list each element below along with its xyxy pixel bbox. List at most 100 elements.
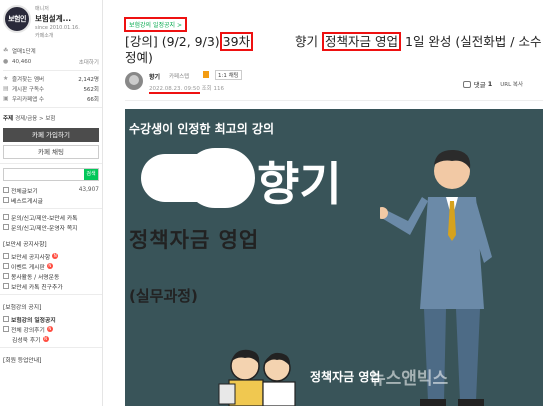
menu-inquiry-note[interactable]: 문의/신고/제안-운영자 쪽지 — [0, 222, 102, 232]
one-to-one-chat-button[interactable]: 1:1 채팅 — [215, 70, 242, 80]
comment-count[interactable]: 1 — [488, 80, 493, 88]
banner-instructor-name: 향기 — [257, 157, 342, 211]
app-icon: ▣ — [3, 95, 9, 102]
menu-event[interactable]: 이벤트 게시판 N — [0, 261, 102, 271]
board-icon — [3, 214, 9, 220]
menu-label: 베스트게시글 — [11, 198, 43, 205]
author-row: 향기 카페스텝 1:1 채팅 2022.08.23. 09:50 조회 116 … — [125, 69, 545, 97]
staff-badge-icon — [203, 71, 209, 78]
author-name[interactable]: 향기 — [149, 72, 160, 81]
author-level: 카페스텝 — [169, 74, 190, 80]
menu-label: 보만세 공지사항 — [11, 254, 51, 261]
board-link[interactable]: 보험강의 일정공지 > — [124, 17, 188, 32]
notice-group-title: [보만세 공지사항] — [3, 242, 47, 248]
board-icon — [3, 316, 9, 322]
stat-row: ▤ 게시판 구독수 562회 — [3, 84, 99, 94]
new-badge: N — [52, 253, 59, 259]
title-name: 향기 — [295, 34, 319, 49]
cafe-intro-link[interactable]: 카페소개 — [35, 32, 80, 39]
menu-kakao-friend[interactable]: 보만세 카톡 친구추가 — [0, 281, 102, 291]
board-icon — [3, 326, 9, 332]
menu-best-posts[interactable]: 베스트게시글 — [0, 195, 102, 205]
menu-label: 전체글보기 — [11, 188, 38, 195]
members-count[interactable]: 40,460 — [12, 59, 31, 65]
copy-url-button[interactable]: URL 복사 — [500, 80, 523, 88]
cafe-since: since 2010.01.16. — [35, 25, 80, 31]
new-badge: N — [42, 336, 49, 342]
join-cafe-button[interactable]: 카페 가입하기 — [3, 128, 99, 142]
new-badge: N — [46, 326, 53, 332]
post-meta: 2022.08.23. 09:50 조회 116 — [149, 84, 224, 94]
invite-link[interactable]: 초대하기 — [79, 58, 99, 66]
board-icon — [3, 273, 9, 279]
news-watermark: 뉴스앤빅스 — [370, 369, 449, 389]
avatar[interactable] — [125, 72, 143, 90]
star-icon: ★ — [3, 75, 9, 82]
menu-label: 보험강의 일정공지 — [11, 317, 56, 324]
menu-label: 문의/신고/제안-운영자 쪽지 — [11, 225, 78, 232]
menu-inquiry-kakao[interactable]: 문의/신고/제안-보만세 카톡 — [0, 212, 102, 222]
subject-value[interactable]: 경제/금융 > 보험 — [15, 116, 55, 122]
cafe-logo[interactable]: 보험인 — [3, 5, 31, 33]
banner-tagline: 수강생이 인정한 최고의 강의 — [129, 122, 275, 136]
menu-notice[interactable]: 보만세 공지사항 N — [0, 251, 102, 261]
menu-label: 보만세 카톡 친구추가 — [11, 284, 63, 291]
menu-label: 김성욱 후기 — [12, 337, 41, 344]
stat-value: 2,142명 — [78, 77, 99, 83]
board-icon — [3, 283, 9, 289]
post-date: 2022.08.23. 09:50 — [149, 86, 200, 94]
cafe-chat-button[interactable]: 카페 채팅 — [3, 145, 99, 159]
comment-info: 댓글 1 URL 복사 — [462, 79, 523, 89]
members-icon: ● — [3, 57, 9, 65]
lecture-banner-image: 수강생이 인정한 최고의 강의 향기 정책자금 영업 (실무과정) 정책자금 영… — [125, 109, 543, 406]
stat-label: 즐겨찾는 멤버 — [12, 77, 45, 83]
comment-icon — [462, 80, 471, 88]
banner-level: (실무과정) — [129, 287, 198, 305]
post-title: [강의] (9/2, 9/3) 39차 향기 정책자금 영업 1일 완성 (실전화… — [125, 32, 545, 66]
menu-label: 이벤트 게시판 — [11, 264, 45, 271]
stat-label: 게시판 구독수 — [12, 87, 45, 93]
lecture-group-title: [보험강의 공지] — [3, 305, 42, 311]
members-row: ● 40,460 초대하기 — [3, 56, 99, 67]
logo-text: 보험인 — [8, 15, 26, 23]
banner-subject: 정책자금 영업 — [129, 228, 260, 252]
board-icon — [3, 263, 9, 269]
comment-label[interactable]: 댓글 — [474, 79, 486, 89]
board-icon — [3, 224, 9, 230]
title-prefix: [강의] (9/2, 9/3) — [125, 34, 220, 49]
cafe-name[interactable]: 보험설계... — [35, 13, 80, 24]
search-button[interactable]: 검색 — [84, 169, 98, 180]
board-icon — [3, 197, 9, 203]
manager-label[interactable]: 매니저 — [35, 5, 80, 12]
board-icon — [3, 187, 9, 193]
cartoon-people-illustration — [218, 349, 296, 406]
menu-volunteer[interactable]: 봉사활동 / 서명운동 — [0, 271, 102, 281]
blurred-name-mask — [185, 148, 255, 208]
cafe-header: 보험인 매니저 보험설계... since 2010.01.16. 카페소개 — [0, 0, 102, 42]
board-icon — [3, 253, 9, 259]
title-subject: 정책자금 영업 — [322, 32, 402, 51]
stat-value: 562회 — [83, 87, 99, 93]
menu-lecture-reviews[interactable]: 전체 강의후기 N — [0, 324, 102, 334]
menu-label: 봉사활동 / 서명운동 — [11, 274, 60, 281]
grade-label[interactable]: 열매1단계 — [12, 47, 36, 55]
grade-row: ☘ 열매1단계 — [3, 45, 99, 56]
menu-all-posts[interactable]: 전체글보기 43,907 — [0, 185, 102, 195]
menu-lecture-schedule[interactable]: 보험강의 일정공지 — [0, 314, 102, 324]
menu-count: 43,907 — [78, 187, 99, 193]
post-view: 보험강의 일정공지 > [강의] (9/2, 9/3) 39차 향기 정책자금 영… — [103, 0, 546, 406]
member-group-title: [회원 등업안내] — [3, 358, 42, 364]
title-round: 39차 — [219, 32, 254, 51]
cafe-search: 검색 — [3, 168, 99, 181]
menu-label: 전체 강의후기 — [11, 327, 45, 334]
new-badge: N — [46, 263, 53, 269]
cafe-search-input[interactable] — [4, 169, 84, 180]
stat-row: ▣ 우리카페앱 수 66회 — [3, 94, 99, 104]
menu-kim-reviews[interactable]: 김성욱 후기 N — [0, 334, 102, 344]
menu-label: 문의/신고/제안-보만세 카톡 — [11, 215, 78, 222]
stat-label: 우리카페앱 수 — [12, 97, 45, 103]
post-views: 조회 116 — [201, 86, 224, 92]
cafe-sidebar: 보험인 매니저 보험설계... since 2010.01.16. 카페소개 ☘… — [0, 0, 103, 406]
list-icon: ▤ — [3, 85, 9, 92]
cafe-subject: 주제 경제/금융 > 보험 — [0, 111, 102, 125]
